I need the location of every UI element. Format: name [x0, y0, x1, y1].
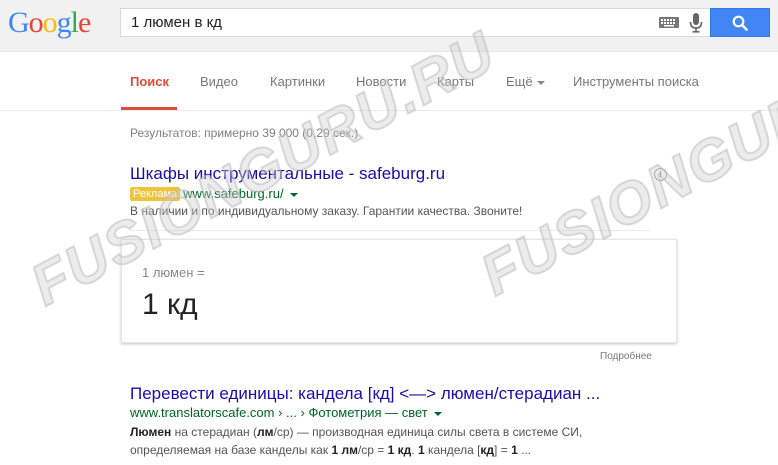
- snippet-text: кандела [: [424, 443, 481, 457]
- result-url-host[interactable]: www.translatorscafe.com: [130, 405, 275, 420]
- logo-letter: G: [8, 6, 30, 39]
- microphone-icon[interactable]: [689, 13, 703, 33]
- search-nav: Поиск Видео Картинки Новости Карты Ещё И…: [0, 52, 778, 111]
- snippet-bold: 1 кд: [387, 443, 412, 457]
- logo-letter: o: [28, 6, 44, 39]
- result-snippet: Люмен на стерадиан (лм/ср) — производная…: [130, 423, 630, 459]
- snippet-text: ...: [517, 443, 532, 457]
- tab-more-label: Ещё: [506, 74, 533, 89]
- result-url: www.translatorscafe.com › ... › Фотометр…: [130, 405, 442, 420]
- magnifier-icon: [732, 15, 748, 31]
- divider: [130, 230, 650, 231]
- logo-letter: o: [42, 6, 58, 39]
- result-url-path[interactable]: › ... › Фотометрия — свет: [275, 405, 428, 420]
- logo-letter: g: [56, 6, 72, 39]
- snippet-bold: 1: [417, 443, 425, 457]
- ad-badge: Реклама: [130, 187, 181, 201]
- converter-from: 1 люмен =: [142, 265, 205, 280]
- header-bar: Google: [0, 0, 778, 52]
- tab-news[interactable]: Новости: [356, 74, 406, 89]
- tab-search-tools[interactable]: Инструменты поиска: [573, 74, 699, 89]
- snippet-bold: Люмен: [130, 425, 172, 439]
- ad-title-link[interactable]: Шкафы инструментальные - safeburg.ru: [130, 164, 445, 184]
- tab-maps[interactable]: Карты: [437, 74, 474, 89]
- google-logo[interactable]: Google: [8, 6, 91, 40]
- logo-letter: l: [70, 6, 79, 39]
- search-box: [120, 8, 710, 37]
- result-stats: Результатов: примерно 39 000 (0,29 сек.): [130, 126, 359, 140]
- more-link[interactable]: Подробнее: [600, 351, 652, 362]
- ad-description: В наличии и по индивидуальному заказу. Г…: [130, 204, 523, 218]
- tab-video[interactable]: Видео: [200, 74, 238, 89]
- info-icon[interactable]: i: [654, 168, 667, 181]
- snippet-bold: кд: [480, 443, 495, 457]
- chevron-down-icon: [536, 80, 545, 85]
- converter-result: 1 кд: [142, 288, 198, 321]
- snippet-text: /ср =: [357, 443, 388, 457]
- snippet-text: на стерадиан (: [171, 425, 257, 439]
- chevron-down-icon[interactable]: [289, 192, 298, 197]
- ad-url-line: Реклама www.safeburg.ru/: [130, 186, 298, 201]
- chevron-down-icon[interactable]: [433, 411, 442, 416]
- search-input[interactable]: [121, 9, 651, 36]
- snippet-text: .: [411, 443, 418, 457]
- logo-letter: e: [78, 6, 91, 39]
- snippet-bold: 1 лм: [331, 443, 358, 457]
- tab-search[interactable]: Поиск: [130, 74, 169, 89]
- snippet-bold: 1: [511, 443, 518, 457]
- search-button[interactable]: [710, 8, 770, 37]
- result-title-link[interactable]: Перевести единицы: кандела [кд] <—> люме…: [130, 384, 600, 404]
- keyboard-icon[interactable]: [659, 17, 679, 28]
- tab-images[interactable]: Картинки: [270, 74, 325, 89]
- snippet-bold: лм: [257, 425, 274, 439]
- active-tab-indicator: [121, 107, 177, 110]
- unit-converter-card: 1 люмен = 1 кд: [121, 239, 677, 343]
- ad-url[interactable]: www.safeburg.ru/: [183, 186, 283, 201]
- tab-more[interactable]: Ещё: [506, 74, 545, 89]
- snippet-text: ] =: [494, 443, 512, 457]
